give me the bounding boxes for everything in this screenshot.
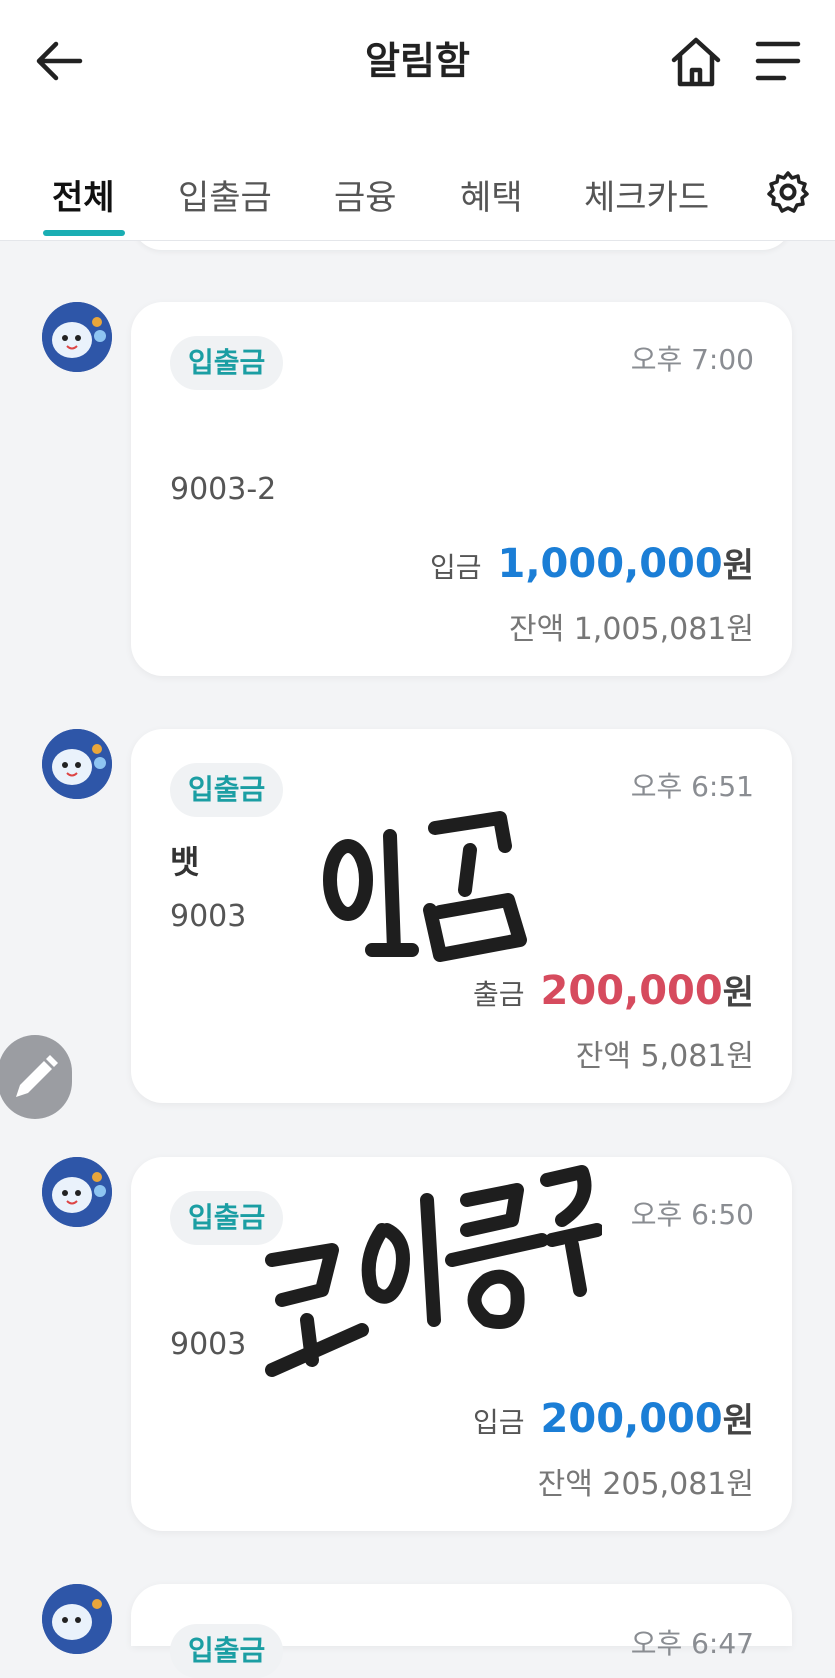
notification-card[interactable]: 입출금 오후 6:47 — [131, 1584, 792, 1678]
transaction-type: 입금 — [429, 551, 482, 584]
category-badge: 입출금 — [170, 763, 284, 817]
category-badge: 입출금 — [170, 1191, 284, 1245]
account-number: 9003 — [170, 1327, 247, 1362]
home-icon — [671, 37, 721, 87]
amount-line: 출금 200,000원 — [473, 965, 754, 1014]
amount-line: 입금 200,000원 — [473, 1393, 754, 1442]
balance: 잔액 1,005,081원 — [508, 612, 754, 647]
transaction-type: 출금 — [473, 978, 525, 1011]
transaction-amount: 200,000 — [540, 1396, 723, 1442]
notification-title: 뱃 — [170, 843, 200, 881]
pencil-icon — [16, 1055, 58, 1097]
notification-time: 오후 6:51 — [630, 770, 754, 803]
mascot-icon — [42, 302, 112, 372]
settings-button[interactable] — [766, 170, 810, 214]
balance: 잔액 5,081원 — [575, 1039, 754, 1074]
app-header: 알림함 전체 입출금 금융 혜택 체크카드 — [0, 0, 835, 241]
menu-icon — [755, 41, 801, 81]
account-number: 9003 — [170, 899, 247, 934]
mascot-icon — [42, 1584, 112, 1654]
mascot-icon — [42, 729, 112, 799]
avatar — [42, 1584, 112, 1654]
avatar — [42, 302, 112, 372]
tab-finance[interactable]: 금융 — [334, 170, 397, 219]
home-button[interactable] — [668, 34, 724, 90]
transaction-amount: 200,000 — [540, 968, 723, 1014]
balance: 잔액 205,081원 — [537, 1467, 754, 1502]
notification-time: 오후 7:00 — [630, 343, 754, 376]
menu-button[interactable] — [754, 38, 802, 84]
avatar — [42, 729, 112, 799]
notification-time: 오후 6:50 — [630, 1198, 754, 1231]
tab-benefits[interactable]: 혜택 — [460, 170, 523, 219]
transaction-amount: 1,000,000 — [497, 541, 723, 587]
account-number: 9003-2 — [170, 472, 277, 507]
tab-all[interactable]: 전체 — [52, 170, 115, 219]
category-badge: 입출금 — [170, 1624, 284, 1678]
mascot-icon — [42, 1157, 112, 1227]
currency-unit: 원 — [722, 1401, 754, 1441]
currency-unit: 원 — [722, 973, 754, 1013]
notification-card[interactable]: 입출금 오후 6:50 9003 입금 200,000원 잔액 205,081원 — [131, 1157, 792, 1531]
edit-button[interactable] — [0, 1035, 72, 1119]
category-tabs: 전체 입출금 금융 혜택 체크카드 — [0, 160, 835, 240]
category-badge: 입출금 — [170, 336, 284, 390]
notification-card[interactable]: 입출금 오후 6:51 뱃 9003 출금 200,000원 잔액 5,081원 — [131, 729, 792, 1103]
tab-deposit-withdrawal[interactable]: 입출금 — [178, 170, 272, 219]
currency-unit: 원 — [722, 546, 754, 586]
active-tab-indicator — [43, 230, 125, 236]
amount-line: 입금 1,000,000원 — [430, 538, 754, 587]
tab-check-card[interactable]: 체크카드 — [584, 170, 709, 219]
gear-icon — [767, 171, 809, 213]
notification-card[interactable]: 입출금 오후 7:00 9003-2 입금 1,000,000원 잔액 1,005… — [131, 302, 792, 676]
transaction-type: 입금 — [473, 1406, 525, 1439]
avatar — [42, 1157, 112, 1227]
notification-time: 오후 6:47 — [630, 1627, 754, 1660]
